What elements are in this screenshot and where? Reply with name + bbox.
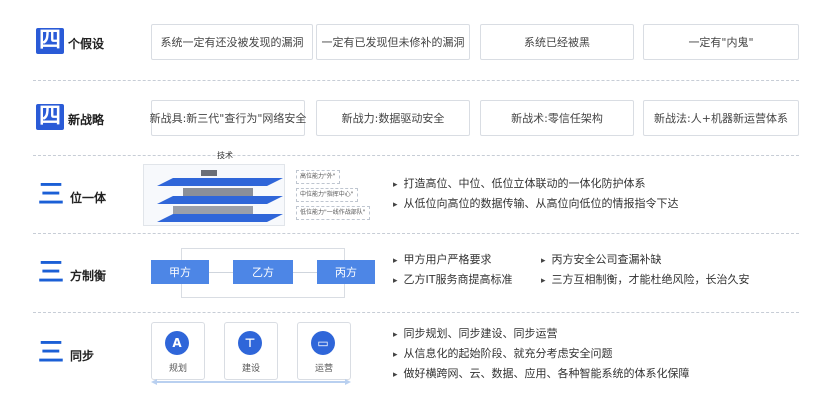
assumption-card-2: 一定有已发现但未修补的漏洞 [316,24,470,60]
sync-card-build: ⊤ 建设 [224,322,278,380]
strategy-title: 四 新战略 [36,104,104,130]
strategy-label: 新战略 [68,113,105,127]
parties-title: 三 方制衡 [36,260,106,286]
sync-bullet: 同步规划、同步建设、同步运营 [393,324,690,344]
sync-title: 三 同步 [36,340,94,366]
sync-diagram: A 规划 ⊤ 建设 ▭ 运营 [151,322,351,386]
divider-1 [33,80,799,81]
assumption-card-3: 系统已经被黑 [480,24,634,60]
parties-bullet: 甲方用户严格要求 [393,250,513,270]
sync-number: 三 [38,338,65,368]
sync-card-label: 运营 [314,364,333,374]
unity-bullet: 打造高位、中位、低位立体联动的一体化防护体系 [393,174,679,194]
assumption-card-1: 系统一定有还没被发现的漏洞 [151,24,313,60]
strategy-card-3: 新战术:零信任架构 [480,100,634,136]
chat-icon: ▭ [311,331,335,355]
unity-diagram: 技术 高位能力"外" 中位能力"指挥中心" 低位能力"一线作战部队" [143,150,375,226]
parties-bullets-right: 丙方安全公司查漏补缺 三方互相制衡，才能杜绝风险，长治久安 [541,250,750,290]
sync-card-label: 建设 [241,364,260,374]
party-box-c: 丙方 [317,260,375,284]
assumption-card-4: 一定有"内鬼" [643,24,799,60]
unity-label: 位一体 [70,191,107,205]
parties-bullet: 乙方IT服务商提高标准 [393,270,513,290]
divider-3 [33,233,799,234]
assumptions-label: 个假设 [68,37,105,51]
layer-tag-low: 低位能力"一线作战部队" [296,206,370,220]
compass-icon: A [165,331,189,355]
strategy-card-4: 新战法:人+机器新运营体系 [643,100,799,136]
strategy-card-1: 新战具:新三代"查行为"网络安全 [150,100,306,136]
layers-graphic [157,170,283,222]
parties-number: 三 [38,258,65,288]
sync-arrow [151,379,351,385]
parties-label: 方制衡 [70,269,107,283]
parties-bullets-left: 甲方用户严格要求 乙方IT服务商提高标准 [393,250,513,290]
parties-diagram: 甲方 乙方 丙方 [151,248,377,298]
crane-icon: ⊤ [238,331,262,355]
sync-card-operate: ▭ 运营 [297,322,351,380]
party-box-b: 乙方 [233,260,293,284]
parties-bullet: 丙方安全公司查漏补缺 [541,250,750,270]
unity-number: 三 [38,180,65,210]
diagram-label: 技术 [217,151,233,160]
connector-1 [209,272,233,273]
assumptions-number: 四 [36,28,65,54]
unity-title: 三 位一体 [36,182,106,208]
parties-bullet: 三方互相制衡，才能杜绝风险，长治久安 [541,270,750,290]
party-box-a: 甲方 [151,260,209,284]
sync-card-plan: A 规划 [151,322,205,380]
sync-card-label: 规划 [168,364,187,374]
divider-4 [33,312,799,313]
strategy-card-2: 新战力:数据驱动安全 [316,100,470,136]
sync-label: 同步 [70,349,95,363]
strategy-number: 四 [36,104,65,130]
connector-2 [293,272,317,273]
layer-tag-mid: 中位能力"指挥中心" [296,188,358,202]
assumptions-title: 四 个假设 [36,28,104,54]
sync-bullet: 做好横跨网、云、数据、应用、各种智能系统的体系化保障 [393,364,690,384]
sync-bullet: 从信息化的起始阶段、就充分考虑安全问题 [393,344,690,364]
unity-bullet: 从低位向高位的数据传输、从高位向低位的情报指令下达 [393,194,679,214]
sync-bullets: 同步规划、同步建设、同步运营 从信息化的起始阶段、就充分考虑安全问题 做好横跨网… [393,324,690,384]
layer-tag-high: 高位能力"外" [296,170,340,184]
unity-bullets: 打造高位、中位、低位立体联动的一体化防护体系 从低位向高位的数据传输、从高位向低… [393,174,679,214]
